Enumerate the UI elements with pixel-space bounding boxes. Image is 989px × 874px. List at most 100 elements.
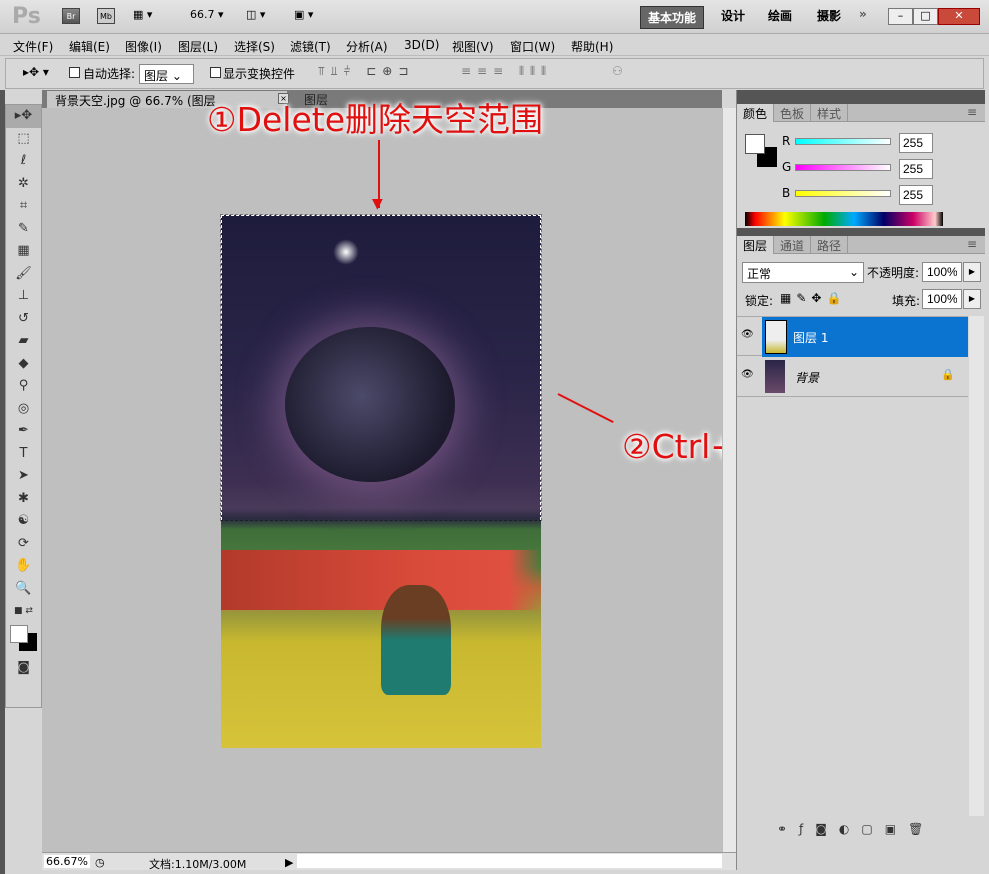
zoom-level-dropdown[interactable]: 66.7 ▾	[190, 8, 224, 21]
healing-tool-icon[interactable]: ▦	[6, 240, 41, 263]
brush-tool-icon[interactable]: 🖌	[6, 263, 41, 286]
3d-orbit-icon[interactable]: ⟳	[6, 533, 41, 556]
view-extras-button[interactable]: ▦ ▾	[133, 8, 152, 21]
menu-view[interactable]: 视图(V)	[452, 38, 494, 55]
blur-tool-icon[interactable]: ◎	[6, 398, 41, 421]
tab-styles[interactable]: 样式	[811, 104, 849, 122]
horizontal-scrollbar[interactable]	[297, 854, 722, 868]
more-workspaces-icon[interactable]: »	[859, 7, 867, 21]
minimize-button[interactable]: –	[888, 8, 913, 25]
pen-tool-icon[interactable]: ✒	[6, 420, 41, 443]
menu-help[interactable]: 帮助(H)	[571, 38, 613, 55]
lock-icons[interactable]: ▦✎✥🔒	[780, 291, 846, 305]
bridge-button[interactable]: Br	[62, 8, 80, 24]
tab-color[interactable]: 颜色	[737, 104, 775, 122]
auto-select-checkbox[interactable]	[69, 67, 80, 78]
maximize-button[interactable]: □	[913, 8, 938, 25]
fill-input[interactable]	[922, 289, 962, 309]
fill-arrow-icon[interactable]: ▶	[963, 289, 981, 309]
vertical-scrollbar[interactable]	[722, 108, 736, 852]
history-brush-icon[interactable]: ↺	[6, 308, 41, 331]
workspace-photography[interactable]: 摄影	[817, 7, 841, 24]
eraser-tool-icon[interactable]: ▰	[6, 330, 41, 353]
r-label: R	[782, 134, 791, 148]
default-colors-icon[interactable]: ■ ⇄	[6, 600, 41, 623]
screen-mode-button[interactable]: ▣ ▾	[294, 8, 313, 21]
status-clock-icon[interactable]: ◷	[95, 856, 105, 869]
g-input[interactable]	[899, 159, 933, 179]
layer-row-1[interactable]: 👁 图层 1	[737, 316, 968, 357]
move-tool-icon[interactable]: ▸✥	[6, 105, 41, 128]
layer-footer-buttons[interactable]: ⚭ƒ◙◐▢▣🗑	[777, 822, 935, 836]
quick-select-tool-icon[interactable]: ✲	[6, 173, 41, 196]
crop-tool-icon[interactable]: ⌗	[6, 195, 41, 218]
close-button[interactable]: ✕	[938, 8, 980, 25]
fill-label: 填充:	[892, 294, 921, 308]
move-tool-preset[interactable]: ▸✥ ▾	[23, 65, 49, 79]
menu-file[interactable]: 文件(F)	[13, 38, 53, 55]
color-swatches[interactable]	[6, 623, 41, 657]
show-transform-checkbox[interactable]	[210, 67, 221, 78]
stamp-tool-icon[interactable]: ⊥	[6, 285, 41, 308]
eye-icon[interactable]: 👁	[741, 329, 755, 343]
workspace-design[interactable]: 设计	[721, 7, 745, 24]
doc-size: 文档:1.10M/3.00M	[149, 858, 247, 871]
b-slider[interactable]	[795, 190, 891, 197]
hand-tool-icon[interactable]: ✋	[6, 555, 41, 578]
right-panels: 颜色 色板 样式 ≡ R G B 图层 通道 路径 ≡ 正常⌄ 不透明度: ▶ …	[736, 90, 985, 870]
g-slider[interactable]	[795, 164, 891, 171]
auto-align-icon[interactable]: ⚇	[612, 64, 623, 78]
tab-channels[interactable]: 通道	[774, 236, 812, 254]
tab-swatches[interactable]: 色板	[774, 104, 812, 122]
layer-row-background[interactable]: 👁 背景 🔒	[737, 357, 968, 397]
path-select-icon[interactable]: ➤	[6, 465, 41, 488]
layer-name[interactable]: 背景	[795, 369, 819, 386]
menu-layer[interactable]: 图层(L)	[178, 38, 218, 55]
quick-mask-icon[interactable]: ◙	[6, 657, 41, 680]
menu-image[interactable]: 图像(I)	[125, 38, 162, 55]
ps-logo: Ps	[12, 4, 41, 29]
shape-tool-icon[interactable]: ✱	[6, 488, 41, 511]
tab-paths[interactable]: 路径	[811, 236, 849, 254]
opacity-arrow-icon[interactable]: ▶	[963, 262, 981, 282]
eyedropper-tool-icon[interactable]: ✎	[6, 218, 41, 241]
menu-analysis[interactable]: 分析(A)	[346, 38, 388, 55]
zoom-tool-icon[interactable]: 🔍	[6, 578, 41, 601]
show-transform-label: 显示变换控件	[223, 67, 296, 81]
workspace-painting[interactable]: 绘画	[768, 7, 792, 24]
r-slider[interactable]	[795, 138, 891, 145]
eye-icon[interactable]: 👁	[741, 369, 755, 383]
menu-select[interactable]: 选择(S)	[234, 38, 275, 55]
auto-select-dropdown[interactable]: 图层 ⌄	[139, 64, 194, 84]
status-menu-arrow-icon[interactable]: ▶	[285, 856, 293, 869]
menu-3d[interactable]: 3D(D)	[404, 38, 439, 52]
zoom-field[interactable]: 66.67%	[44, 855, 90, 868]
opacity-input[interactable]	[922, 262, 962, 282]
paint-bucket-icon[interactable]: ◆	[6, 353, 41, 376]
panel-menu-icon[interactable]: ≡	[961, 236, 983, 254]
menu-window[interactable]: 窗口(W)	[510, 38, 555, 55]
layers-scrollbar[interactable]	[969, 316, 984, 816]
type-tool-icon[interactable]: T	[6, 443, 41, 466]
selection-marquee	[220, 214, 542, 521]
tab-layers[interactable]: 图层	[737, 236, 775, 254]
menu-edit[interactable]: 编辑(E)	[69, 38, 110, 55]
workspace-essentials[interactable]: 基本功能	[640, 6, 705, 29]
align-buttons[interactable]: ⫪⫫⫩ ⊏⊕⊐	[318, 64, 414, 79]
dodge-tool-icon[interactable]: ⚲	[6, 375, 41, 398]
lasso-tool-icon[interactable]: ℓ	[6, 150, 41, 173]
b-input[interactable]	[899, 185, 933, 205]
color-ramp[interactable]	[745, 212, 943, 226]
title-bar: Ps Br Mb ▦ ▾ 66.7 ▾ ◫ ▾ ▣ ▾ 基本功能 设计 绘画 摄…	[0, 0, 989, 34]
panel-menu-icon[interactable]: ≡	[961, 104, 983, 122]
distribute-buttons[interactable]: ≡≡≡ ⫴⫴⫴	[461, 64, 552, 79]
3d-rotate-icon[interactable]: ☯	[6, 510, 41, 533]
r-input[interactable]	[899, 133, 933, 153]
menu-filter[interactable]: 滤镜(T)	[290, 38, 331, 55]
arrange-documents-button[interactable]: ◫ ▾	[246, 8, 265, 21]
foreground-swatch[interactable]	[745, 134, 765, 154]
mini-bridge-button[interactable]: Mb	[97, 8, 115, 24]
layer-name[interactable]: 图层 1	[793, 329, 828, 346]
blend-mode-dropdown[interactable]: 正常 ⌄	[742, 262, 864, 283]
marquee-tool-icon[interactable]: ⬚	[6, 128, 41, 151]
